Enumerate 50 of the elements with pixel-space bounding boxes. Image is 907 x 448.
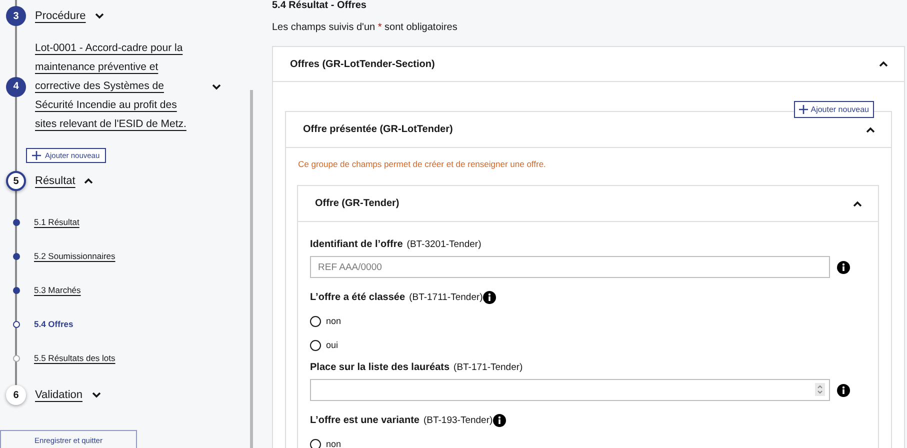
radio-label[interactable]: non [326,439,342,448]
substep-link[interactable]: 5.4 Offres [34,319,74,329]
substep-link[interactable]: 5.1 Résultat [34,217,80,227]
substep-link[interactable]: 5.5 Résultats des lots [34,353,116,363]
info-icon[interactable] [837,260,850,274]
chevron-down-icon[interactable] [92,392,100,398]
scrollbar[interactable] [250,90,253,448]
section-title: Offres (GR-LotTender-Section) [290,58,435,70]
page-title: 5.4 Résultat - Offres [272,0,368,12]
chevron-down-icon[interactable] [212,84,221,90]
input-field[interactable]: REF AAA/0000 [310,256,830,278]
section-header[interactable]: Offre présentée (GR-LotTender) [286,112,891,148]
chevron-up-icon[interactable] [853,200,862,206]
number-field[interactable] [310,379,830,401]
radio-button[interactable] [310,316,321,326]
step-link[interactable]: Lot-0001 - Accord-cadre pour la maintenance préventive et corrective des Systèmes de Sécurité Incendie au profit des sites relevant de l'ESID de Metz. [35,39,197,134]
add-button[interactable]: Ajouter nouveau [794,101,874,118]
chevron-up-icon[interactable] [879,61,888,67]
radio-label[interactable]: non [326,316,342,326]
section-title: Offre (GR-Tender) [315,198,400,209]
plus-icon [32,151,41,160]
chevron-up-icon[interactable] [84,178,94,184]
section-header[interactable]: Offres (GR-LotTender-Section) [273,47,904,82]
step-number: 5 [6,171,26,191]
info-icon[interactable] [482,291,496,304]
field-label: Place sur la liste des lauréats (BT-171-Tender) [310,361,524,375]
step-link[interactable]: Résultat [35,172,76,190]
field-label: L’offre a été classée (BT-1711-Tender) [310,291,850,305]
radio-button[interactable] [310,340,321,350]
chevron-down-icon[interactable] [94,13,104,19]
substep-link[interactable]: 5.2 Soumissionnaires [34,251,116,261]
radio-label[interactable]: oui [326,340,338,350]
step-link[interactable]: Validation [35,386,82,404]
section-title: Offre présentée (GR-LotTender) [303,124,453,135]
field-label: L’offre est une variante (BT-193-Tender) [310,414,850,428]
field-label: Identifiant de l’offre (BT-3201-Tender) [310,238,482,252]
group-description: Ce groupe de champs permet de créer et de renseigner une offre. [297,158,547,170]
required-fields-note: Les champs suivis d'un * sont obligatoires [272,21,458,35]
chevron-up-icon[interactable] [866,126,875,132]
plus-icon [798,105,808,114]
substep-link[interactable]: 5.3 Marchés [34,285,81,295]
info-icon[interactable] [492,414,506,427]
step-number: 6 [6,385,26,405]
section-header[interactable]: Offre (GR-Tender) [298,186,878,222]
step-number: 3 [6,6,26,26]
step-link[interactable]: Procédure [35,6,86,26]
info-icon[interactable] [837,384,850,396]
spinner-icon[interactable] [815,383,825,396]
step-number: 4 [6,76,26,96]
radio-button[interactable] [310,438,321,448]
